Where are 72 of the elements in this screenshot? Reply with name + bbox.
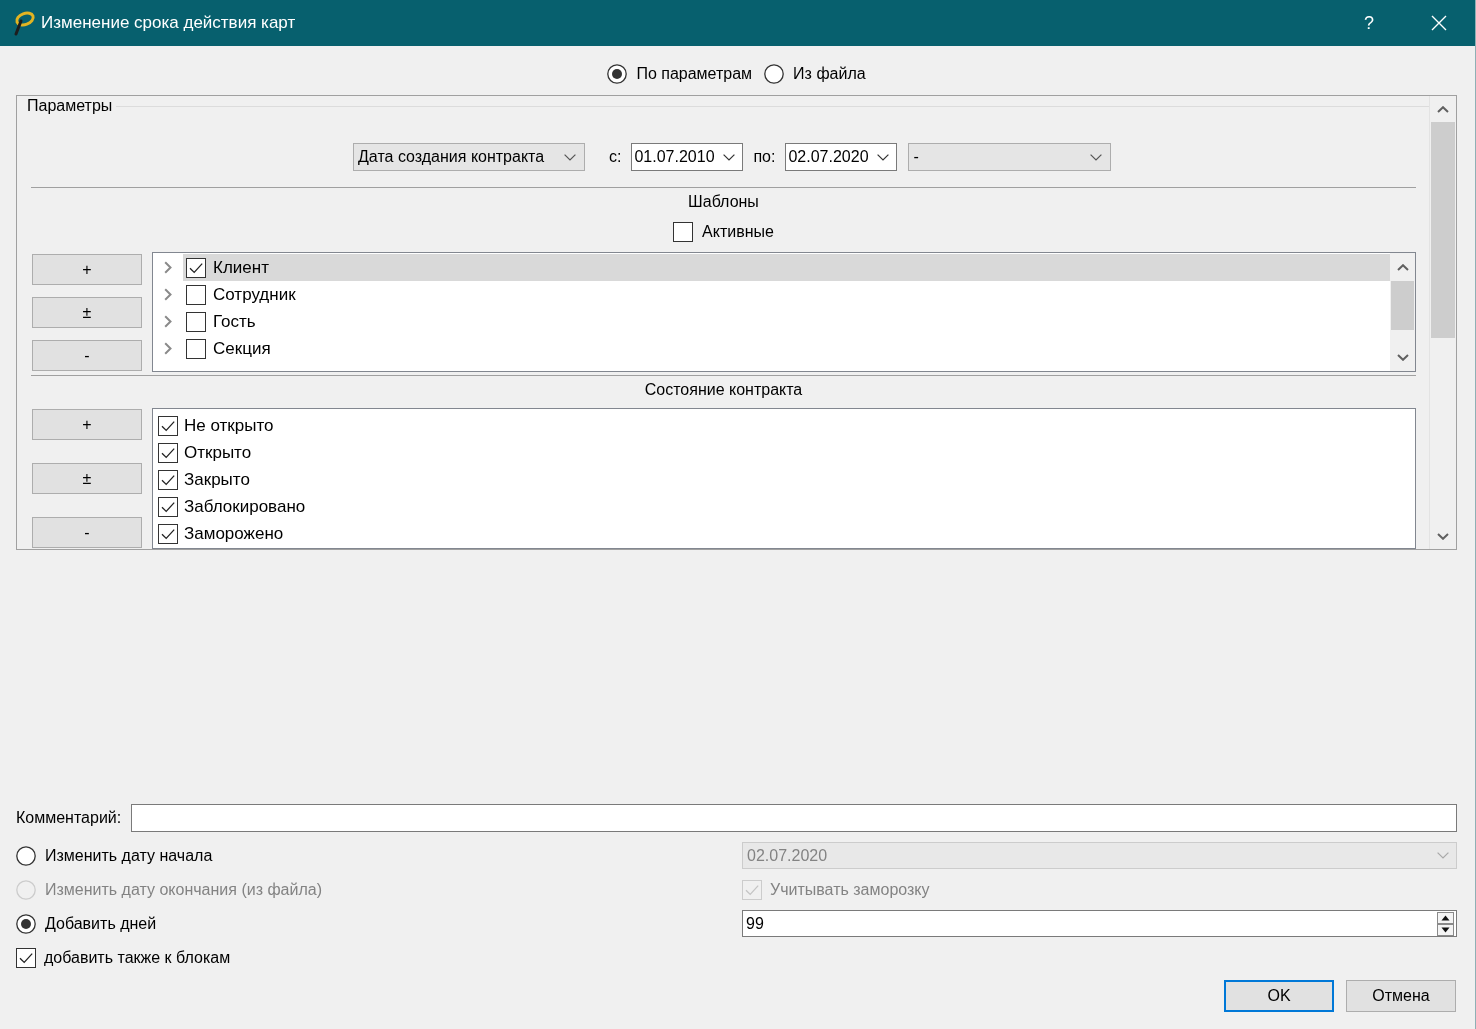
dialog-button[interactable]: OK [1224, 980, 1334, 1012]
scrollbar-thumb[interactable] [1431, 122, 1455, 338]
list-item[interactable]: Открыто [153, 439, 1415, 466]
section-title: Состояние контракта [644, 381, 803, 399]
checkbox[interactable] [186, 311, 206, 332]
comment-field[interactable] [131, 804, 1457, 832]
caret-icon [1437, 852, 1449, 859]
checkbox[interactable] [158, 496, 178, 517]
scrollbar-thumb[interactable] [1391, 281, 1414, 330]
scrollbar[interactable] [1390, 253, 1415, 371]
spin-down-button[interactable] [1437, 923, 1454, 936]
window-title: Изменение срока действия карт [41, 13, 296, 33]
list-action-button[interactable]: - [32, 340, 142, 371]
list-action-button[interactable]: ± [32, 297, 142, 328]
radio-label[interactable]: Изменить дату начала [45, 846, 213, 865]
chevron-up-icon[interactable] [1396, 263, 1409, 271]
scrollbar[interactable] [1429, 96, 1456, 549]
list-action-button[interactable]: - [32, 517, 142, 548]
radio-button[interactable] [607, 64, 628, 84]
spin-up-button[interactable] [1437, 911, 1454, 924]
field-label: по: [753, 148, 776, 166]
tree-item[interactable]: Клиент [183, 254, 1390, 281]
chevron-down-icon[interactable] [1437, 532, 1449, 540]
number-field[interactable]: 99 [742, 910, 1457, 937]
checkbox[interactable] [186, 284, 206, 305]
group-title: Параметры [27, 97, 113, 115]
date-field[interactable]: 02.07.2020 [785, 143, 898, 171]
list-item[interactable]: Заблокировано [153, 493, 1415, 520]
list-item[interactable]: Заморожено [153, 520, 1415, 547]
caret-icon [564, 153, 576, 161]
radio-label[interactable]: Из файла [793, 65, 866, 83]
dialog-button[interactable]: Отмена [1346, 980, 1456, 1012]
checkbox[interactable] [673, 222, 694, 242]
radio-label[interactable]: По параметрам [636, 65, 753, 83]
checkbox[interactable] [186, 338, 206, 359]
tree-item[interactable]: Гость [183, 308, 1390, 335]
chevron-right-icon[interactable] [164, 342, 172, 355]
filter-dropdown[interactable]: - [908, 143, 1112, 171]
list-action-button[interactable]: + [32, 254, 142, 285]
close-icon [1431, 15, 1447, 31]
help-button[interactable]: ? [1346, 0, 1392, 46]
checkbox[interactable] [186, 257, 206, 278]
radio-button[interactable] [16, 845, 36, 866]
field-label: с: [609, 148, 622, 166]
chevron-right-icon[interactable] [164, 288, 172, 301]
caret-icon [723, 153, 736, 161]
date-field[interactable]: 01.07.2010 [631, 143, 744, 171]
field-label: Комментарий: [16, 809, 122, 827]
chevron-up-icon[interactable] [1437, 105, 1449, 113]
list-item[interactable]: Закрыто [153, 466, 1415, 493]
chevron-down-icon[interactable] [1396, 353, 1409, 361]
chevron-right-icon[interactable] [164, 315, 172, 328]
tree-item[interactable]: Секция [183, 335, 1390, 362]
checkbox[interactable] [158, 469, 178, 490]
checkbox[interactable] [16, 948, 36, 968]
chevron-right-icon[interactable] [164, 261, 172, 274]
date-type-dropdown[interactable]: Дата создания контракта [353, 143, 585, 171]
list-action-button[interactable]: + [32, 409, 142, 440]
tree-item[interactable]: Сотрудник [183, 281, 1390, 308]
list-action-button[interactable]: ± [32, 463, 142, 494]
checkbox[interactable] [158, 415, 178, 436]
caret-icon [1090, 153, 1103, 161]
checkbox[interactable] [158, 442, 178, 463]
caret-icon [877, 153, 890, 161]
radio-label[interactable]: Добавить дней [45, 914, 157, 933]
list-item[interactable]: Не открыто [153, 412, 1415, 439]
checkbox-label[interactable]: Активные [702, 223, 774, 241]
radio-button[interactable] [764, 64, 785, 84]
checkbox-label[interactable]: добавить также к блокам [44, 949, 231, 967]
section-title: Шаблоны [688, 193, 759, 211]
checkbox[interactable] [158, 523, 178, 544]
radio-button[interactable] [16, 913, 36, 934]
